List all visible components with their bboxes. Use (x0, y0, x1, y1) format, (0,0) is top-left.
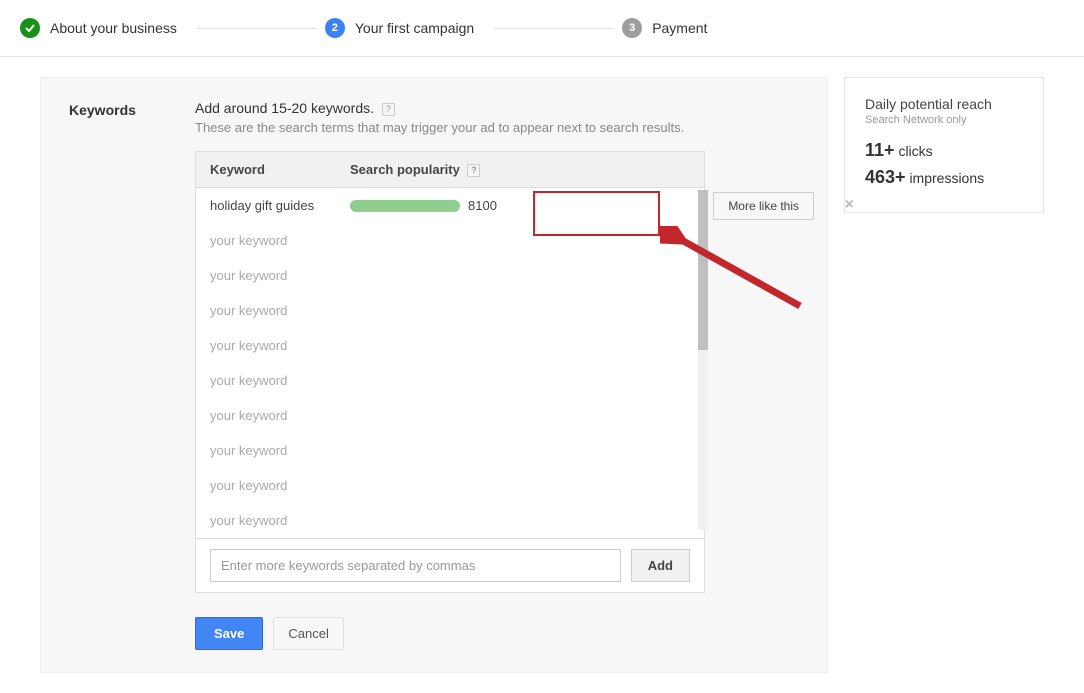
table-row[interactable]: your keyword (196, 468, 704, 503)
keyword-cell: your keyword (210, 478, 350, 493)
scrollbar-thumb[interactable] (698, 190, 708, 350)
keyword-table: Keyword Search popularity ? holiday gift… (195, 151, 705, 593)
keywords-card: Keywords Add around 15-20 keywords. ? Th… (40, 77, 828, 673)
col-keyword: Keyword (210, 162, 350, 177)
table-row[interactable]: your keyword (196, 503, 704, 538)
keyword-cell: your keyword (210, 268, 350, 283)
table-row[interactable]: your keyword (196, 223, 704, 258)
content: Keywords Add around 15-20 keywords. ? Th… (0, 57, 1084, 693)
col-popularity-text: Search popularity (350, 162, 460, 177)
cancel-button[interactable]: Cancel (273, 617, 343, 650)
add-button[interactable]: Add (631, 549, 690, 582)
section-label: Keywords (69, 100, 159, 650)
step-payment[interactable]: 3 Payment (622, 18, 707, 38)
clicks-value: 11+ (865, 140, 895, 160)
help-icon[interactable]: ? (382, 103, 395, 116)
clicks-metric: 11+ clicks (865, 140, 1023, 161)
step-number-icon: 2 (325, 18, 345, 38)
actions: Save Cancel (195, 617, 799, 650)
table-row[interactable]: your keyword (196, 433, 704, 468)
table-row[interactable]: your keyword (196, 293, 704, 328)
step-number-icon: 3 (622, 18, 642, 38)
impressions-value: 463+ (865, 167, 906, 187)
save-button[interactable]: Save (195, 617, 263, 650)
keyword-cell: your keyword (210, 233, 350, 248)
step-label: Payment (652, 20, 707, 36)
check-icon (20, 18, 40, 38)
table-row[interactable]: your keyword (196, 363, 704, 398)
keyword-input[interactable] (210, 549, 621, 582)
popularity-cell: 8100 (350, 198, 497, 213)
table-row[interactable]: holiday gift guides 8100 More like this … (196, 188, 704, 223)
step-divider (494, 28, 614, 29)
impressions-label: impressions (909, 170, 984, 186)
step-divider (197, 28, 317, 29)
keyword-cell: your keyword (210, 303, 350, 318)
keyword-input-row: Add (196, 538, 704, 592)
more-like-this-button[interactable]: More like this (713, 192, 814, 220)
stepper: About your business 2 Your first campaig… (0, 0, 1084, 57)
keyword-cell: your keyword (210, 443, 350, 458)
section-body: Add around 15-20 keywords. ? These are t… (195, 100, 799, 650)
keyword-cell: your keyword (210, 513, 350, 528)
step-label: Your first campaign (355, 20, 474, 36)
heading: Add around 15-20 keywords. ? (195, 100, 799, 116)
step-about[interactable]: About your business (20, 18, 177, 38)
popularity-value: 8100 (468, 198, 497, 213)
impressions-metric: 463+ impressions (865, 167, 1023, 188)
table-row[interactable]: your keyword (196, 258, 704, 293)
keyword-cell: your keyword (210, 408, 350, 423)
reach-title: Daily potential reach (865, 96, 1023, 112)
reach-card: Daily potential reach Search Network onl… (844, 77, 1044, 213)
keyword-cell: your keyword (210, 373, 350, 388)
reach-sub: Search Network only (865, 114, 1023, 126)
popularity-bar (350, 200, 460, 212)
step-label: About your business (50, 20, 177, 36)
keyword-cell: your keyword (210, 338, 350, 353)
subheading: These are the search terms that may trig… (195, 120, 799, 135)
table-row[interactable]: your keyword (196, 328, 704, 363)
clicks-label: clicks (898, 143, 932, 159)
table-header: Keyword Search popularity ? (196, 152, 704, 188)
table-row[interactable]: your keyword (196, 398, 704, 433)
col-popularity: Search popularity ? (350, 162, 690, 177)
help-icon[interactable]: ? (467, 164, 480, 177)
keyword-cell: holiday gift guides (210, 198, 350, 213)
close-icon[interactable]: × (845, 196, 854, 214)
heading-text: Add around 15-20 keywords. (195, 100, 374, 116)
step-campaign[interactable]: 2 Your first campaign (325, 18, 474, 38)
